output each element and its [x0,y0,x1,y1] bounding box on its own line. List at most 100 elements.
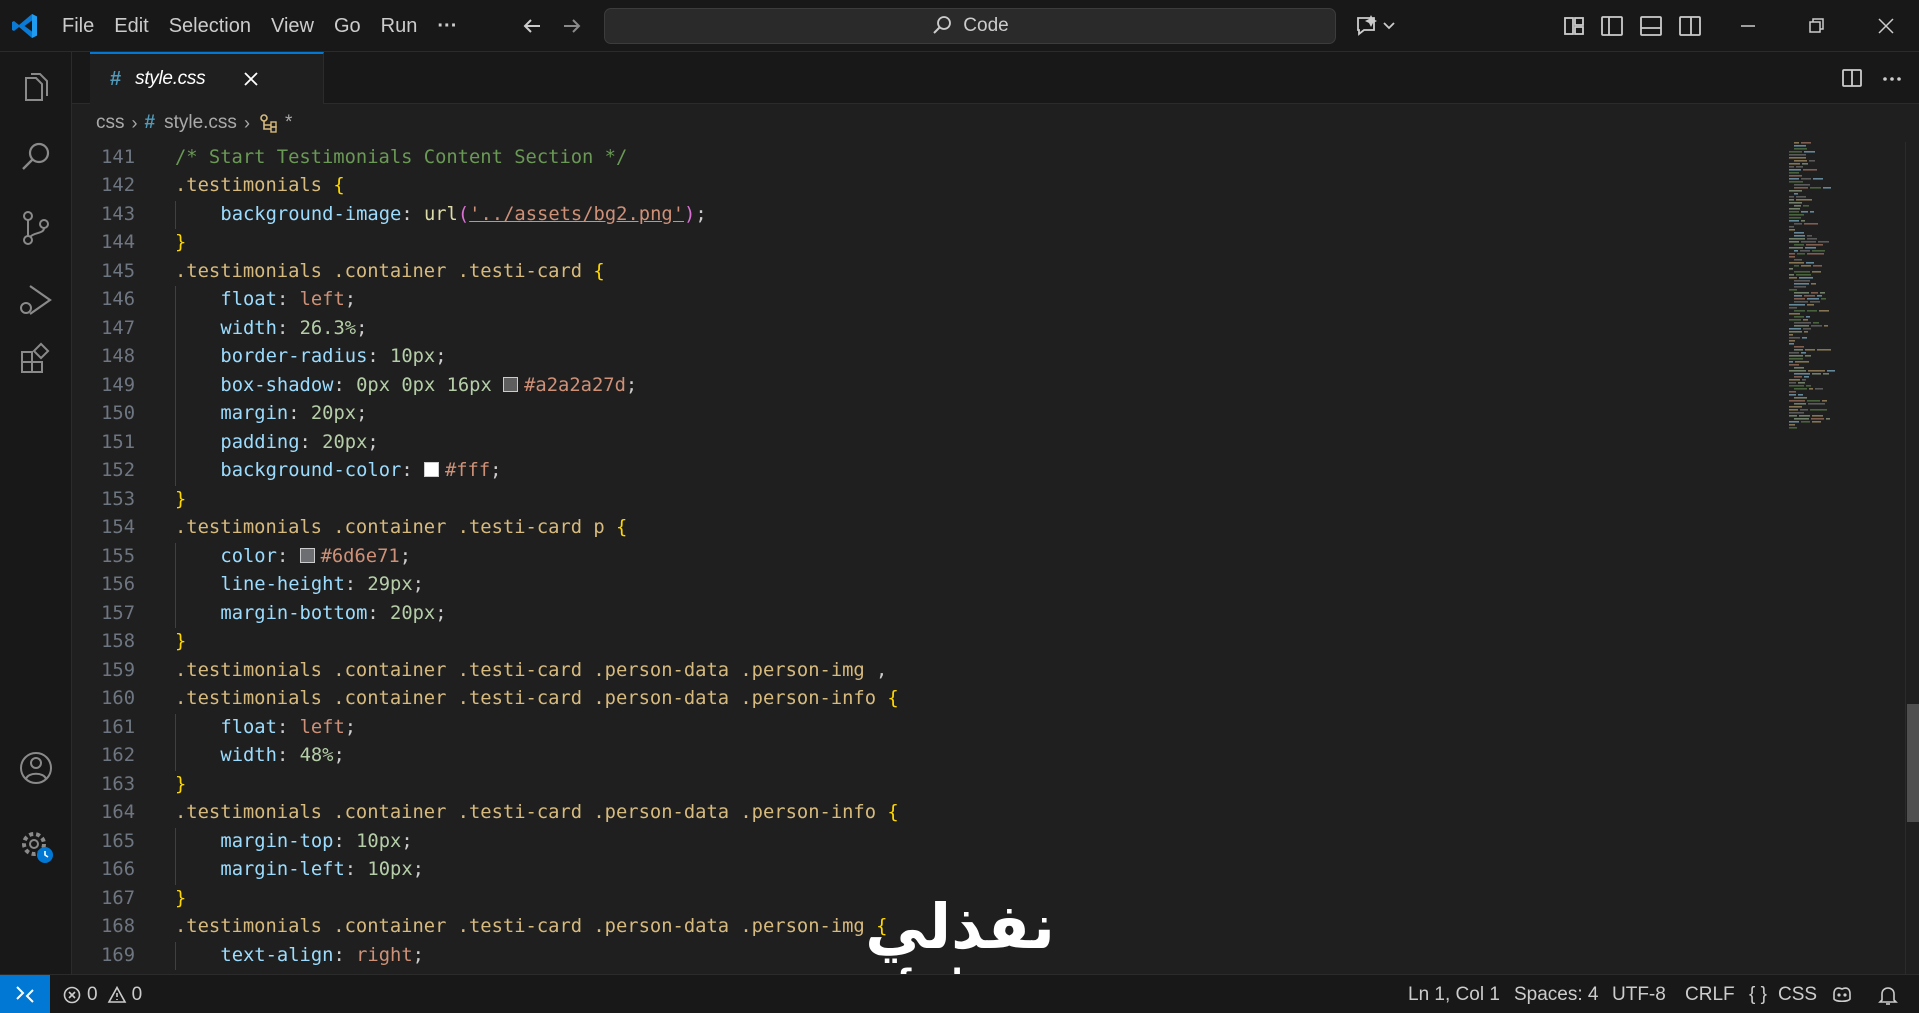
code-line[interactable]: 154 .testimonials .container .testi-card … [72,514,1781,543]
menu-go[interactable]: Go [324,0,371,52]
code-line[interactable]: 142 .testimonials { [72,172,1781,201]
line-number: 160 [101,688,135,709]
code-token: '../assets/bg2.png' [469,203,685,225]
minimap-line [1794,235,1805,237]
code-line[interactable]: 163} [72,771,1781,800]
code-line[interactable]: 167} [72,885,1781,914]
toggle-primary-sidebar-icon[interactable] [1598,12,1626,40]
breadcrumb-symbol[interactable]: * [285,112,292,134]
code-token: , [864,659,888,681]
minimap-line [1794,223,1802,225]
color-swatch[interactable] [423,462,439,477]
menu-edit[interactable]: Edit [104,0,158,52]
code-line[interactable]: 150 margin: 20px; [72,400,1781,429]
command-center-search[interactable]: Code [604,8,1336,44]
minimize-icon[interactable] [1734,12,1762,40]
code-line[interactable]: 152 background-color: #fff; [72,457,1781,486]
minimap-line [1798,394,1803,396]
breadcrumb-folder[interactable]: css [96,112,125,134]
code-line[interactable]: 160 .testimonials .container .testi-card … [72,685,1781,714]
menu-view[interactable]: View [261,0,324,52]
menu-file[interactable]: File [52,0,104,52]
forward-arrow-icon[interactable] [558,12,586,40]
code-line[interactable]: 169 text-align: right; [72,941,1781,970]
code-line[interactable]: 148 border-radius: 10px; [72,343,1781,372]
indentation[interactable]: Spaces: 4 [1514,975,1599,1013]
bell-icon[interactable] [1876,983,1900,1007]
code-line[interactable]: 146 float: left; [72,286,1781,315]
encoding[interactable]: UTF-8 [1612,975,1666,1013]
breadcrumb-file[interactable]: style.css [164,112,237,134]
code-line[interactable]: 147 width: 26.3%; [72,314,1781,343]
code-token: : [276,545,300,567]
code-editor[interactable]: 141 /* Start Testimonials Content Section… [72,142,1781,974]
minimap-line [1789,406,1802,408]
minimap-line [1794,265,1799,267]
menu-more[interactable]: ··· [427,0,467,52]
minimap-line [1797,253,1805,255]
code-token: : [276,716,300,738]
code-line[interactable]: 156 line-height: 29px; [72,571,1781,600]
code-line[interactable]: 164 .testimonials .container .testi-card … [72,799,1781,828]
minimap-line [1810,211,1814,213]
code-text: } [175,486,186,515]
code-line[interactable]: 168 .testimonials .container .testi-card … [72,913,1781,942]
code-line[interactable]: 161 float: left; [72,713,1781,742]
code-token: ; [412,859,424,880]
line-number: 154 [101,517,135,538]
cursor-position[interactable]: Ln 1, Col 1 [1408,975,1500,1013]
code-line[interactable]: 145 .testimonials .container .testi-card … [72,258,1781,287]
copilot-icon[interactable] [1830,983,1854,1007]
color-swatch[interactable] [503,376,519,392]
search-icon[interactable] [14,136,58,180]
menu-run[interactable]: Run [371,0,428,52]
code-token: ) [684,203,696,225]
code-token: { [876,916,888,937]
settings-icon[interactable] [14,824,58,868]
account-icon[interactable] [14,746,58,790]
code-line[interactable]: 165 margin-top: 10px; [72,827,1781,856]
minimap-line [1789,289,1797,291]
source-control-icon[interactable] [14,206,58,250]
restore-icon[interactable] [1802,12,1830,40]
scrollbar-thumb[interactable] [1907,704,1919,822]
more-actions-icon[interactable] [1878,64,1906,92]
code-line[interactable]: 159 .testimonials .container .testi-card … [72,657,1781,686]
indent-guide [175,343,176,372]
vertical-scrollbar[interactable] [1905,142,1919,974]
code-line[interactable]: 151 padding: 20px; [72,428,1781,457]
split-editor-icon[interactable] [1838,64,1866,92]
close-window-icon[interactable] [1872,12,1900,40]
back-arrow-icon[interactable] [518,12,546,40]
extensions-icon[interactable] [14,338,58,382]
code-line[interactable]: 153} [72,486,1781,515]
toggle-secondary-sidebar-icon[interactable] [1676,12,1704,40]
code-line[interactable]: 157 margin-bottom: 20px; [72,599,1781,628]
code-line[interactable]: 158} [72,628,1781,657]
minimap[interactable] [1781,142,1905,974]
code-line[interactable]: 155 color: #6d6e71; [72,542,1781,571]
customize-layout-icon[interactable] [1560,12,1588,40]
close-tab-icon[interactable] [238,66,264,92]
minimap-line [1789,196,1794,198]
copilot-chat-icon[interactable] [1354,12,1398,40]
code-line[interactable]: 143 background-image: url('../assets/bg2.… [72,200,1781,229]
code-token: { [887,688,899,709]
tab-style-css[interactable]: # style.css [90,52,324,104]
code-line[interactable]: 144} [72,229,1781,258]
end-of-line[interactable]: CRLF [1685,975,1735,1013]
language-mode[interactable]: CSS [1778,975,1817,1013]
code-token: } [175,773,187,795]
code-line[interactable]: 162 width: 48%; [72,742,1781,771]
remote-indicator[interactable] [0,975,50,1013]
code-line[interactable]: 141 /* Start Testimonials Content Section… [72,144,1781,173]
menu-selection[interactable]: Selection [159,0,261,52]
explorer-icon[interactable] [14,66,58,110]
code-line[interactable]: 149 box-shadow: 0px 0px 16px #a2a2a27d; [72,371,1781,400]
color-swatch[interactable] [299,547,315,563]
line-number: 165 [101,830,135,852]
code-line[interactable]: 166 margin-left: 10px; [72,856,1781,885]
toggle-panel-icon[interactable] [1637,12,1665,40]
run-debug-icon[interactable] [14,278,58,322]
problems-indicator[interactable]: 0 0 [62,975,142,1013]
